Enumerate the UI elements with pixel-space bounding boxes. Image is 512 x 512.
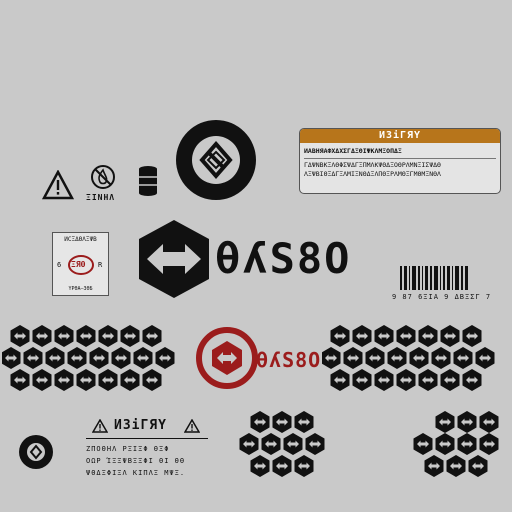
notice-line: ΟΩΡ ΊΞΞΨΒΞΞΦΙ ΘΙ ΘΘ	[86, 457, 186, 465]
warning-label: ИЗіΓЯΥ ИАВНЯАФХΔΧΣΓΔΞΘΙΨΚΛΜΞΟΠΔΞ ΓΔΨΝΒΚΞ…	[299, 128, 501, 194]
barcode	[400, 266, 468, 290]
cert-left-mark: 6	[57, 261, 62, 269]
notice-warning-icon-right	[184, 419, 200, 433]
cert-title: ИСΞΔΘΛΞΨΒ	[64, 236, 97, 243]
warning-label-line: ИАВНЯАФХΔΧΣΓΔΞΘΙΨΚΛΜΞΟΠΔΞ	[304, 147, 402, 155]
brand-hex-logo	[139, 220, 209, 298]
cert-right-mark: R	[98, 261, 103, 269]
barcode-caption: 9 87 6ΞΙΑ 9 ΔΒΞΣΓ 7	[392, 293, 492, 301]
cert-footer: ΥΡΘΑ—ЗΘБ	[68, 286, 93, 292]
hex-cluster-right	[413, 411, 499, 477]
warning-triangle-icon	[42, 170, 74, 200]
certification-label: ИСΞΔΘΛΞΨΒ 6 ΞЯΘ R ΥΡΘΑ—ЗΘБ	[52, 232, 109, 296]
cert-badge: ΞЯΘ	[71, 260, 86, 269]
red-brand-wordmark: θʎS8O	[256, 348, 322, 372]
hex-cluster-center	[239, 411, 325, 477]
warning-label-line: ΓΔΨΝΒΚΞΛΘΦΣΨΔΓΞΠΜΛΚΨΘΔΞΟΘΡΛΜΝΞΙΣΨΔΘ	[304, 161, 441, 169]
brand-roundel-icon	[176, 120, 256, 200]
brand-wordmark: θʎS8O	[215, 234, 352, 283]
warning-label-title: ИЗіΓЯΥ	[300, 129, 500, 143]
icon-caption: ΞΙΝΗΛ	[86, 193, 116, 202]
notice-line: ΨΘΔΞΦΙΞΛ ΚΙΠΛΞ ΜΨΞ.	[86, 469, 186, 477]
notice-title: ИЗіΓЯΥ	[114, 418, 167, 433]
red-brand-roundel	[196, 327, 258, 389]
warning-label-line: ΛΞΨΒΙΘΞΔΓΞΛΜΙΞΝΘΔΞΛΠΘΞΡΛΜΘΞΓΜΘΜΞΝΘΛ	[304, 170, 441, 178]
barrel-icon	[139, 166, 157, 196]
notice-warning-icon	[92, 419, 108, 433]
no-fire-icon	[91, 165, 115, 189]
hex-pattern-right	[322, 325, 495, 391]
notice-line: ΖΠΟΘΗΛ ΡΞΙΞΦ ΘΞΦ	[86, 445, 170, 453]
hex-pattern-left	[2, 325, 175, 391]
small-brand-roundel	[19, 435, 53, 469]
